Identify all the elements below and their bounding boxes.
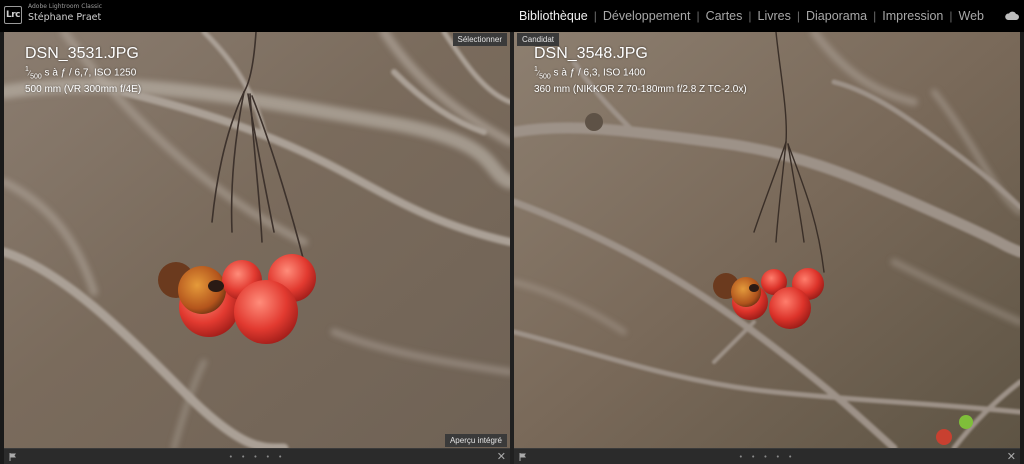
module-library[interactable]: Bibliothèque bbox=[513, 9, 594, 23]
module-slideshow[interactable]: Diaporama bbox=[800, 9, 873, 23]
photo-info-overlay: DSN_3548.JPG 1⁄500 s à ƒ / 6,3, ISO 1400… bbox=[534, 44, 747, 96]
photo-info-overlay: DSN_3531.JPG 1⁄500 s à ƒ / 6,7, ISO 1250… bbox=[25, 44, 141, 96]
exposure-info: 1⁄500 s à ƒ / 6,7, ISO 1250 bbox=[25, 66, 137, 81]
module-map[interactable]: Cartes bbox=[700, 9, 749, 23]
lightroom-logo-icon: Lrc bbox=[4, 6, 22, 24]
app-name: Adobe Lightroom Classic bbox=[28, 3, 103, 10]
filename: DSN_3531.JPG bbox=[25, 45, 139, 62]
close-icon[interactable]: ✕ bbox=[497, 450, 506, 463]
flag-icon[interactable] bbox=[518, 452, 528, 462]
select-pane-toolbar: • • • • • ✕ bbox=[4, 448, 510, 464]
flag-icon[interactable] bbox=[8, 452, 18, 462]
cloud-icon[interactable] bbox=[1004, 11, 1020, 21]
module-print[interactable]: Impression bbox=[876, 9, 949, 23]
close-icon[interactable]: ✕ bbox=[1007, 450, 1016, 463]
module-develop[interactable]: Développement bbox=[597, 9, 697, 23]
rating-dots[interactable]: • • • • • bbox=[739, 453, 796, 461]
lens-info: 360 mm (NIKKOR Z 70-180mm f/2.8 Z TC-2.0… bbox=[534, 84, 747, 96]
filename: DSN_3548.JPG bbox=[534, 45, 648, 62]
embedded-preview-label: Aperçu intégré bbox=[444, 434, 507, 447]
top-bar: Lrc Adobe Lightroom Classic Stéphane Pra… bbox=[0, 0, 1024, 32]
identity-plate[interactable]: Adobe Lightroom Classic Stéphane Praet bbox=[28, 4, 102, 23]
select-photo-pane[interactable]: Sélectionner DSN_3531.JPG 1⁄500 s à ƒ / … bbox=[4, 32, 510, 448]
module-book[interactable]: Livres bbox=[752, 9, 797, 23]
user-name: Stéphane Praet bbox=[28, 12, 102, 23]
candidate-photo-pane[interactable]: Candidat DSN_3548.JPG 1⁄500 s à ƒ / 6,3,… bbox=[514, 32, 1020, 448]
candidate-pane-toolbar: • • • • • ✕ bbox=[514, 448, 1020, 464]
module-picker: Bibliothèque | Développement | Cartes | … bbox=[513, 0, 990, 32]
lens-info: 500 mm (VR 300mm f/4E) bbox=[25, 84, 142, 96]
exposure-info: 1⁄500 s à ƒ / 6,3, ISO 1400 bbox=[534, 66, 646, 81]
rating-dots[interactable]: • • • • • bbox=[229, 453, 286, 461]
select-label: Sélectionner bbox=[452, 33, 507, 46]
module-web[interactable]: Web bbox=[953, 9, 990, 23]
